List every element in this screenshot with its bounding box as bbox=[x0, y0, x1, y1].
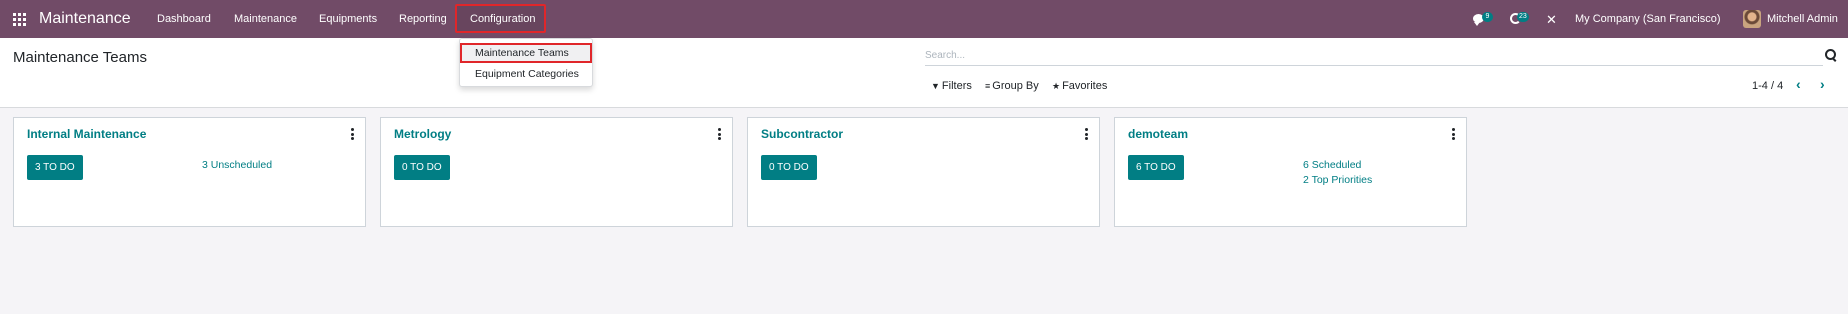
control-panel: Maintenance Teams ▼Filters ≡Group By ★Fa… bbox=[0, 38, 1848, 108]
messages-badge: 9 bbox=[1482, 12, 1493, 22]
star-icon: ★ bbox=[1052, 81, 1061, 91]
user-menu[interactable]: Mitchell Admin bbox=[1767, 13, 1838, 25]
todo-button[interactable]: 0 TO DO bbox=[394, 155, 450, 180]
avatar[interactable] bbox=[1743, 10, 1761, 28]
chevron-left-icon[interactable]: ‹ bbox=[1796, 76, 1801, 92]
kebab-menu-icon[interactable] bbox=[1084, 128, 1088, 140]
team-name[interactable]: Internal Maintenance bbox=[27, 127, 146, 141]
menu-configuration[interactable]: Configuration bbox=[470, 13, 535, 25]
kebab-menu-icon[interactable] bbox=[717, 128, 721, 140]
todo-button[interactable]: 6 TO DO bbox=[1128, 155, 1184, 180]
kanban-card-internal-maintenance[interactable]: Internal Maintenance 3 TO DO 3 Unschedul… bbox=[13, 117, 366, 227]
app-brand[interactable]: Maintenance bbox=[39, 10, 131, 28]
todo-button[interactable]: 3 TO DO bbox=[27, 155, 83, 180]
unscheduled-link[interactable]: 3 Unscheduled bbox=[202, 159, 272, 171]
company-switcher[interactable]: My Company (San Francisco) bbox=[1575, 13, 1721, 25]
configuration-dropdown: Maintenance Teams Equipment Categories bbox=[459, 38, 593, 87]
kebab-menu-icon[interactable] bbox=[350, 128, 354, 140]
top-navbar: Maintenance Dashboard Maintenance Equipm… bbox=[0, 0, 1848, 38]
tools-icon[interactable]: ✕ bbox=[1546, 12, 1557, 28]
menu-dashboard[interactable]: Dashboard bbox=[157, 13, 211, 25]
filters-button[interactable]: ▼ Filters bbox=[931, 80, 972, 92]
group-by-button[interactable]: ≡ Group By bbox=[985, 80, 1039, 92]
search-input[interactable] bbox=[925, 46, 1823, 66]
kebab-menu-icon[interactable] bbox=[1451, 128, 1455, 140]
dropdown-item-maintenance-teams[interactable]: Maintenance Teams bbox=[460, 43, 592, 63]
team-name[interactable]: demoteam bbox=[1128, 127, 1188, 141]
apps-menu-icon[interactable] bbox=[13, 13, 26, 26]
menu-maintenance[interactable]: Maintenance bbox=[234, 13, 297, 25]
kanban-card-demoteam[interactable]: demoteam 6 TO DO 6 Scheduled 2 Top Prior… bbox=[1114, 117, 1467, 227]
chevron-right-icon[interactable]: › bbox=[1820, 76, 1825, 92]
dropdown-item-equipment-categories[interactable]: Equipment Categories bbox=[460, 64, 592, 84]
favorites-button[interactable]: ★ Favorites bbox=[1052, 80, 1107, 92]
pager-value[interactable]: 1-4 / 4 bbox=[1752, 80, 1783, 92]
search-icon[interactable] bbox=[1825, 49, 1837, 61]
kanban-card-metrology[interactable]: Metrology 0 TO DO bbox=[380, 117, 733, 227]
todo-button[interactable]: 0 TO DO bbox=[761, 155, 817, 180]
team-name[interactable]: Metrology bbox=[394, 127, 451, 141]
team-name[interactable]: Subcontractor bbox=[761, 127, 843, 141]
top-priorities-link[interactable]: 2 Top Priorities bbox=[1303, 174, 1372, 186]
menu-equipments[interactable]: Equipments bbox=[319, 13, 377, 25]
scheduled-link[interactable]: 6 Scheduled bbox=[1303, 159, 1361, 171]
activities-badge: 23 bbox=[1517, 12, 1529, 22]
list-icon: ≡ bbox=[985, 81, 991, 91]
filter-icon: ▼ bbox=[931, 81, 940, 91]
page-title: Maintenance Teams bbox=[13, 49, 147, 66]
kanban-card-subcontractor[interactable]: Subcontractor 0 TO DO bbox=[747, 117, 1100, 227]
menu-reporting[interactable]: Reporting bbox=[399, 13, 447, 25]
